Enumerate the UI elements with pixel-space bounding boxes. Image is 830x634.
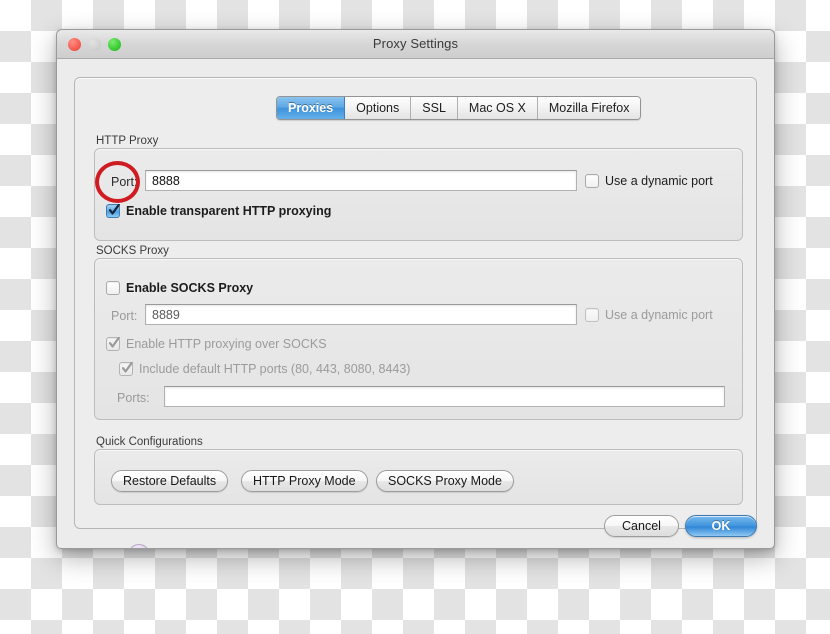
checkbox-box xyxy=(585,308,599,322)
checkmark-icon xyxy=(122,362,133,375)
include-default-http-ports-label: Include default HTTP ports (80, 443, 808… xyxy=(139,362,411,376)
restore-defaults-button[interactable]: Restore Defaults xyxy=(111,470,229,492)
enable-transparent-http-proxying-label: Enable transparent HTTP proxying xyxy=(126,204,332,218)
socks-dynamic-port-label: Use a dynamic port xyxy=(605,308,713,322)
http-proxy-group-label: HTTP Proxy xyxy=(96,135,159,147)
checkbox-box xyxy=(106,281,120,295)
tab-options[interactable]: Options xyxy=(345,97,412,119)
enable-transparent-http-proxying-checkbox[interactable]: Enable transparent HTTP proxying xyxy=(106,204,331,218)
checkmark-icon xyxy=(109,337,120,350)
enable-socks-proxy-label: Enable SOCKS Proxy xyxy=(126,281,254,295)
cancel-button[interactable]: Cancel xyxy=(604,515,679,537)
socks-port-input[interactable]: 8889 xyxy=(145,304,577,325)
http-port-label: Port: xyxy=(111,175,138,189)
ok-button[interactable]: OK xyxy=(685,515,757,537)
tab-mozilla-firefox[interactable]: Mozilla Firefox xyxy=(537,97,641,119)
http-dynamic-port-checkbox[interactable]: Use a dynamic port xyxy=(585,174,713,188)
tab-ssl[interactable]: SSL xyxy=(411,97,458,119)
checkmark-icon xyxy=(109,204,120,217)
window-titlebar: Proxy Settings xyxy=(57,30,774,59)
include-default-http-ports-checkbox[interactable]: Include default HTTP ports (80, 443, 808… xyxy=(119,362,410,376)
tab-bar: Proxies Options SSL Mac OS X Mozilla Fir… xyxy=(276,96,642,120)
socks-ports-input[interactable] xyxy=(164,386,725,407)
screenshot-canvas: Proxy Settings Proxies Options SSL Mac O… xyxy=(0,0,830,634)
quick-configurations-group-label: Quick Configurations xyxy=(96,436,203,448)
http-proxy-groupbox xyxy=(94,148,743,241)
http-proxy-mode-button[interactable]: HTTP Proxy Mode xyxy=(241,470,368,492)
enable-socks-proxy-checkbox[interactable]: Enable SOCKS Proxy xyxy=(106,281,253,295)
socks-dynamic-port-checkbox[interactable]: Use a dynamic port xyxy=(585,308,713,322)
http-port-input[interactable]: 8888 xyxy=(145,170,577,191)
http-dynamic-port-label: Use a dynamic port xyxy=(605,174,713,188)
enable-http-proxying-over-socks-checkbox[interactable]: Enable HTTP proxying over SOCKS xyxy=(106,337,327,351)
enable-http-proxying-over-socks-label: Enable HTTP proxying over SOCKS xyxy=(126,337,327,351)
checkbox-box xyxy=(106,337,120,351)
checkbox-box xyxy=(106,204,120,218)
help-button[interactable]: ? xyxy=(128,544,150,548)
tab-mac-os-x[interactable]: Mac OS X xyxy=(457,97,538,119)
socks-proxy-mode-button[interactable]: SOCKS Proxy Mode xyxy=(376,470,514,492)
socks-proxy-group-label: SOCKS Proxy xyxy=(96,245,169,257)
checkbox-box xyxy=(119,362,133,376)
socks-port-label: Port: xyxy=(111,309,138,323)
checkbox-box xyxy=(585,174,599,188)
proxy-settings-window: Proxy Settings Proxies Options SSL Mac O… xyxy=(56,29,775,549)
window-title: Proxy Settings xyxy=(372,36,459,51)
socks-ports-label: Ports: xyxy=(117,391,150,405)
tab-proxies[interactable]: Proxies xyxy=(277,97,346,119)
